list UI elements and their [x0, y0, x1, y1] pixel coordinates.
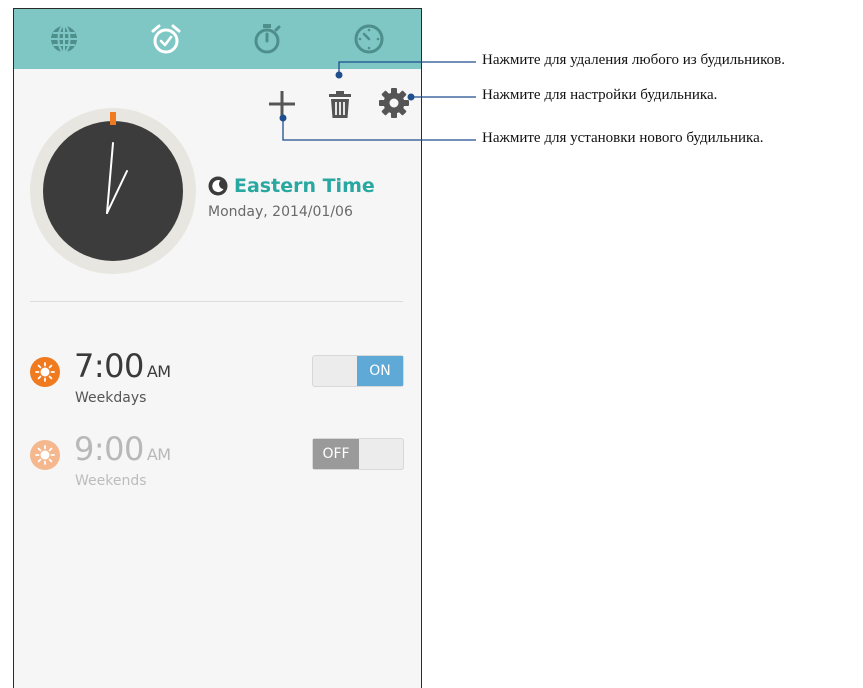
tab-world-clock[interactable] — [47, 22, 81, 56]
alarm-time: 9:00 AM — [74, 430, 171, 468]
stopwatch-icon — [254, 24, 281, 54]
callout-settings: Нажмите для настройки будильника. — [482, 87, 718, 103]
alarm-ampm: AM — [146, 445, 171, 464]
alarm-sun-icon — [30, 440, 60, 470]
toggle-state-label: ON — [357, 356, 403, 386]
timezone-row: Eastern Time — [208, 175, 375, 197]
tab-alarm[interactable] — [149, 22, 183, 56]
alarm-item[interactable]: 7:00 AM Weekdays ON — [30, 347, 410, 423]
alarm-ampm: AM — [146, 362, 171, 381]
toggle-state-label: OFF — [313, 439, 359, 469]
callout-delete: Нажмите для удаления любого из будильник… — [482, 52, 785, 68]
tab-timer[interactable] — [352, 22, 386, 56]
divider — [30, 301, 403, 302]
tab-bar — [14, 9, 421, 69]
alarm-toggle[interactable]: ON — [312, 355, 404, 387]
gear-icon — [379, 88, 409, 118]
timezone-name: Eastern Time — [234, 175, 375, 197]
alarm-days: Weekends — [75, 473, 147, 489]
delete-alarm-button[interactable] — [327, 87, 353, 121]
callout-add: Нажмите для установки нового будильника. — [482, 130, 764, 146]
alarm-days: Weekdays — [75, 390, 147, 406]
alarm-time-value: 9:00 — [74, 430, 144, 468]
phone-screen: Eastern Time Monday, 2014/01/06 7:00 AM W… — [13, 8, 422, 688]
alarm-clock-icon — [151, 24, 181, 54]
timer-icon — [354, 24, 384, 54]
alarm-toggle[interactable]: OFF — [312, 438, 404, 470]
add-alarm-button[interactable] — [266, 88, 298, 120]
alarm-item[interactable]: 9:00 AM Weekends OFF — [30, 430, 410, 506]
alarm-time: 7:00 AM — [74, 347, 171, 385]
plus-icon — [269, 91, 295, 117]
globe-icon — [51, 25, 77, 53]
trash-icon — [329, 91, 351, 118]
moon-icon — [208, 176, 228, 196]
alarm-sun-icon — [30, 357, 60, 387]
tab-stopwatch[interactable] — [250, 22, 284, 56]
current-date: Monday, 2014/01/06 — [208, 204, 353, 220]
clock-marker — [110, 112, 116, 125]
alarm-time-value: 7:00 — [74, 347, 144, 385]
settings-button[interactable] — [378, 87, 410, 119]
analog-clock — [29, 107, 197, 275]
